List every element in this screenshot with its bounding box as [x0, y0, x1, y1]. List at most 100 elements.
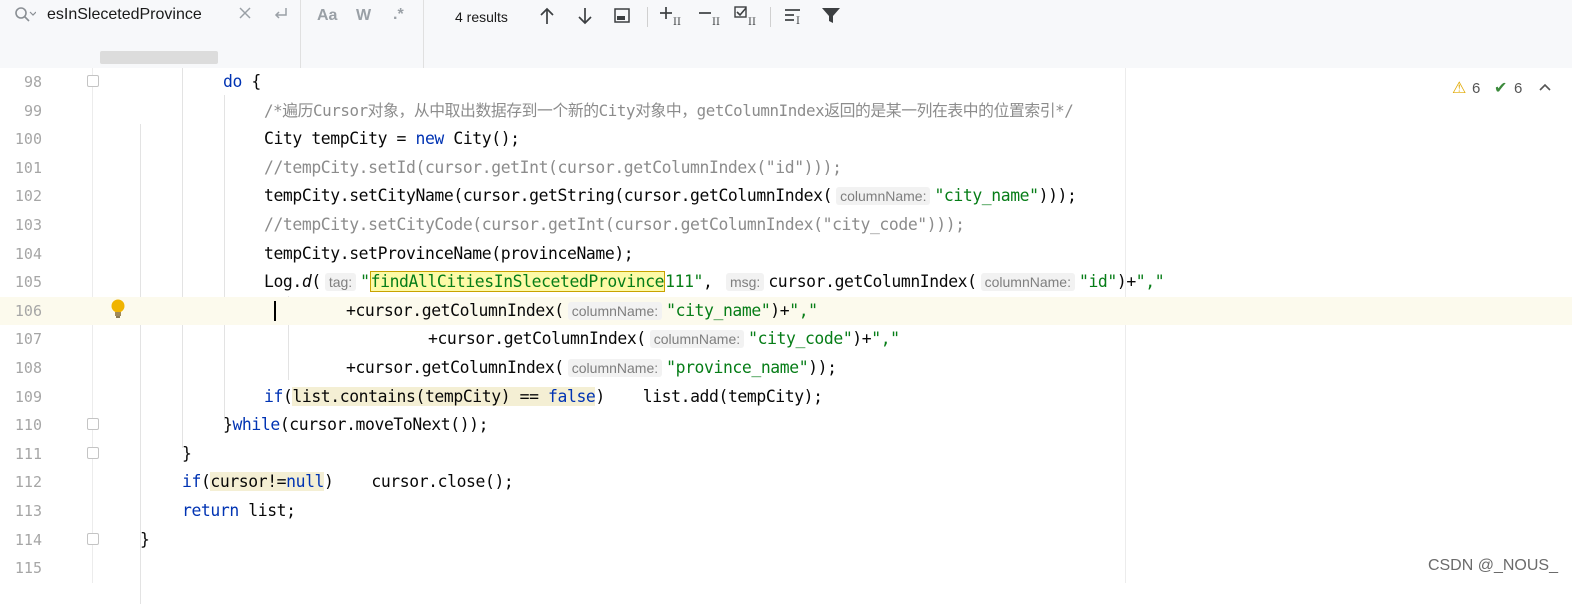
find-options: Aa W .* [300, 0, 424, 68]
svg-text:II: II [712, 17, 720, 27]
code-editor[interactable]: ⚠ 6 ✔ 6 98 do { 99 /*遍历Cursor对象，从中取出数据存到… [0, 68, 1572, 604]
string-literal: "province_name" [666, 358, 809, 377]
code-token: cursor.close(); [333, 472, 514, 492]
search-match-highlight[interactable]: findAllCitiesInSlecetedProvince [369, 271, 666, 293]
code-token: +cursor.getColumnIndex( [346, 358, 564, 377]
string-literal: 111" [665, 272, 704, 292]
code-line[interactable]: 99 /*遍历Cursor对象，从中取出数据存到一个新的City对象中，getC… [0, 97, 1572, 126]
string-literal: "," [789, 300, 818, 320]
code-token: ) [324, 472, 334, 492]
line-number: 98 [23, 73, 42, 91]
fold-marker-icon[interactable] [87, 446, 99, 459]
remove-occurrence-icon[interactable]: II [698, 5, 724, 33]
line-number: 109 [14, 387, 42, 406]
line-number: 104 [14, 244, 42, 263]
parameter-hint: columnName: [567, 359, 663, 377]
keyword: return [182, 501, 239, 520]
svg-text:II: II [673, 17, 681, 27]
code-token: (cursor.moveToNext()); [279, 415, 489, 435]
code-line[interactable]: 113 return list; [0, 497, 1572, 526]
code-line[interactable]: 112 if(cursor!=null) cursor.close(); [0, 468, 1572, 497]
code-token: , [703, 272, 722, 292]
line-number: 99 [23, 101, 42, 120]
code-token: )+ [770, 300, 790, 320]
filter-icon[interactable] [821, 7, 841, 31]
code-line[interactable]: 102 tempCity.setCityName(cursor.getStrin… [0, 182, 1572, 211]
fold-marker-icon[interactable] [87, 75, 99, 87]
keyword: null [286, 472, 325, 492]
whole-words-toggle[interactable]: W [356, 6, 371, 26]
select-all-icon[interactable]: II [734, 5, 760, 33]
code-token: list.add(tempCity); [604, 386, 823, 406]
line-number: 113 [14, 502, 42, 520]
parameter-hint: msg: [725, 273, 765, 292]
line-number: 103 [14, 216, 42, 234]
code-text: if(cursor!=null) cursor.close(); [182, 468, 514, 496]
keyword: if [182, 472, 201, 492]
code-line[interactable]: 100 City tempCity = new City(); [0, 125, 1572, 154]
code-line[interactable]: 104 tempCity.setProvinceName(provinceNam… [0, 240, 1572, 269]
toolbar-separator [770, 7, 771, 27]
add-occurrence-icon[interactable]: II [659, 5, 685, 33]
condition-highlight: cursor!=null [210, 472, 325, 492]
comment: //tempCity.setCityCode(cursor.getInt(cur… [264, 215, 965, 234]
code-line[interactable]: 105 Log.d(tag: "findAllCitiesInSlecetedPr… [0, 268, 1572, 297]
code-text: return list; [182, 497, 296, 525]
code-line[interactable]: 103 //tempCity.setCityCode(cursor.getInt… [0, 211, 1572, 240]
find-field-scrollbar[interactable] [100, 51, 218, 64]
code-line[interactable]: 111 } [0, 440, 1572, 469]
code-token: +cursor.getColumnIndex( [346, 300, 564, 320]
line-number: 110 [14, 416, 42, 435]
code-token: City(); [443, 129, 520, 149]
code-line[interactable]: 101 //tempCity.setId(cursor.getInt(curso… [0, 154, 1572, 183]
line-number: 111 [14, 444, 42, 463]
clear-icon[interactable] [238, 6, 252, 26]
code-token: )+ [1116, 272, 1136, 292]
code-token: ( [282, 386, 293, 406]
code-token: )); [808, 358, 837, 377]
string-literal: "," [871, 329, 900, 349]
code-token: list; [238, 501, 296, 520]
svg-text:II: II [748, 17, 756, 27]
code-line[interactable]: 108 +cursor.getColumnIndex(columnName: "p… [0, 354, 1572, 383]
code-token: d [301, 272, 312, 292]
code-token: ))); [1038, 186, 1077, 206]
code-line[interactable]: 98 do { [0, 68, 1572, 97]
code-line[interactable]: 110 }while(cursor.moveToNext()); [0, 411, 1572, 440]
regex-toggle[interactable]: .* [393, 5, 404, 25]
keyword: false [548, 386, 596, 406]
code-line[interactable]: 114 } [0, 526, 1572, 555]
code-line[interactable]: 107 +cursor.getColumnIndex(columnName: "c… [0, 325, 1572, 354]
code-text: tempCity.setProvinceName(provinceName); [264, 243, 634, 263]
line-number: 100 [14, 130, 42, 149]
search-input[interactable]: esInSlecetedProvince [47, 4, 237, 26]
code-token: { [241, 72, 261, 91]
code-token: City tempCity = [264, 129, 416, 149]
line-number: 107 [14, 330, 42, 349]
code-token: ( [311, 272, 321, 292]
code-token: cursor!= [210, 472, 287, 492]
arrow-up-icon[interactable] [538, 6, 556, 32]
match-case-toggle[interactable]: Aa [317, 6, 337, 26]
code-line-current[interactable]: 106 +cursor.getColumnIndex(columnName: "c… [0, 296, 1572, 326]
filter-lines-icon[interactable]: I [784, 6, 806, 32]
code-line[interactable]: 115 [0, 554, 1572, 583]
code-text: +cursor.getColumnIndex(columnName: "city_… [428, 325, 900, 353]
line-number: 105 [14, 273, 42, 292]
code-text: } [140, 529, 150, 549]
parameter-hint: columnName: [567, 301, 663, 320]
code-text: } [182, 443, 192, 463]
code-text: if(list.contains(tempCity) == false) lis… [264, 383, 823, 411]
code-line[interactable]: 109 if(list.contains(tempCity) == false)… [0, 383, 1572, 412]
fold-marker-icon[interactable] [87, 532, 99, 545]
keyword: new [415, 129, 445, 149]
code-text: Log.d(tag: "findAllCitiesInSlecetedProvin… [264, 268, 1165, 296]
arrow-down-icon[interactable] [576, 6, 594, 32]
fold-marker-icon[interactable] [87, 418, 99, 431]
string-literal: " [360, 272, 370, 292]
select-all-occurrences-icon[interactable] [613, 7, 631, 31]
lightbulb-icon[interactable] [109, 298, 127, 325]
search-history-icon[interactable] [14, 6, 37, 30]
new-line-icon[interactable] [272, 6, 290, 28]
text-caret [274, 300, 276, 321]
